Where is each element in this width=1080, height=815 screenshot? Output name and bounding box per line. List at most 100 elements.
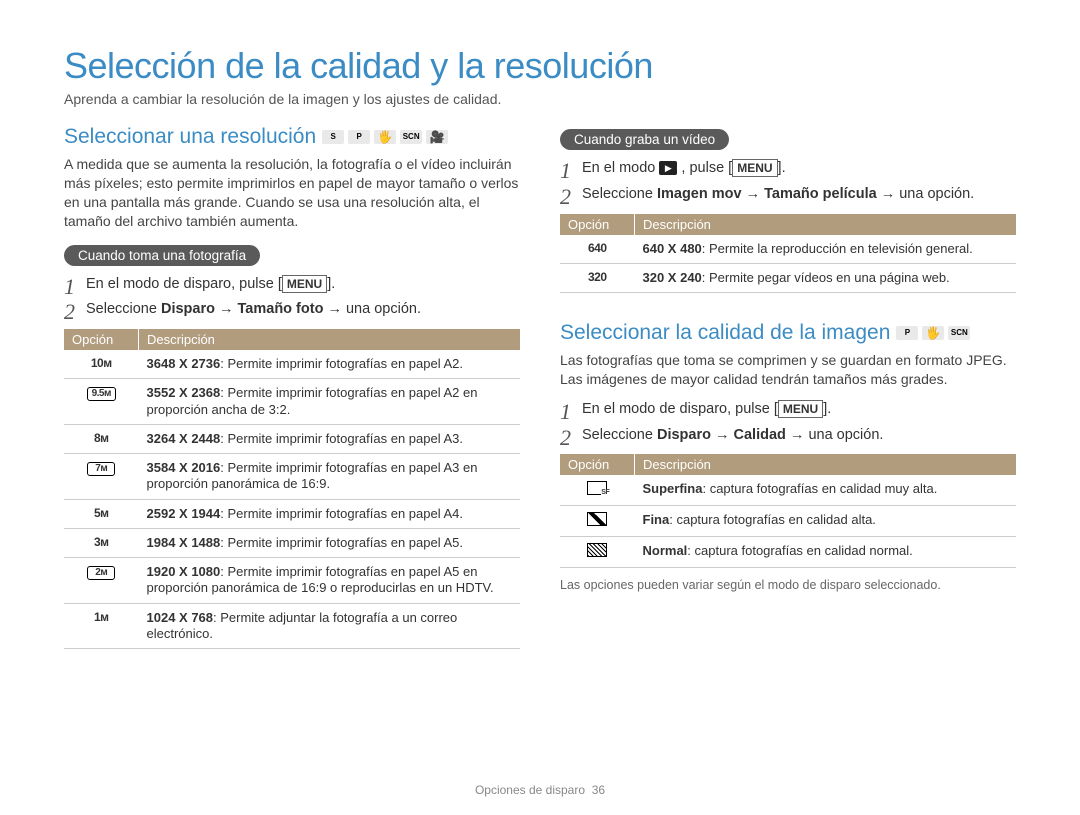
quality-desc: Fina: captura fotografías en calidad alt… [635,506,1017,537]
qstep2-b: una opción. [804,427,883,443]
quality-text: : captura fotografías en calidad normal. [687,543,912,558]
table-row: 7м 3584 X 2016: Permite imprimir fotogra… [64,454,520,500]
vstep1-a: En el modo [582,160,659,176]
resolution-body: A medida que se aumenta la resolución, l… [64,155,520,231]
scene-mode-icon [400,130,422,144]
menu-button-label: MENU [282,275,327,293]
vstep2-bold: Imagen mov → Tamaño película → [657,186,895,202]
mode-icons-quality [896,326,970,340]
photo-step1-a: En el modo de disparo, pulse [ [86,276,282,292]
dual-is-mode-icon [922,326,944,340]
photo-resolution-table: Opción Descripción 10м 3648 X 2736: Perm… [64,329,520,649]
page-footer: Opciones de disparo 36 [0,783,1080,797]
table-row: 640 640 X 480: Permite la reproducción e… [560,235,1016,264]
quality-text: : captura fotografías en calidad muy alt… [702,481,937,496]
footer-label: Opciones de disparo [475,783,585,797]
table-row: 5м 2592 X 1944: Permite imprimir fotogra… [64,499,520,528]
video-resolution-table: Opción Descripción 640 640 X 480: Permit… [560,214,1016,294]
video-th-desc: Descripción [635,214,1017,235]
res-desc: 320 X 240: Permite pegar vídeos en una p… [635,263,1017,292]
vstep2-a: Seleccione [582,186,657,202]
res-icon: 8м [64,424,139,453]
quality-table: Opción Descripción Superfina: captura fo… [560,454,1016,568]
photo-step-2: Seleccione Disparo → Tamaño foto → una o… [64,299,520,321]
table-row: 2м 1920 X 1080: Permite imprimir fotogra… [64,558,520,604]
res-text: : Permite imprimir fotografías en papel … [220,431,463,446]
res-desc: 640 X 480: Permite la reproducción en te… [635,235,1017,264]
res-icon: 10м [64,350,139,379]
photo-step2-a: Seleccione [86,301,161,317]
res-desc: 1024 X 768: Permite adjuntar la fotograf… [139,603,521,649]
smart-mode-icon [322,130,344,144]
res-value: 1024 X 768 [147,610,214,625]
qstep1-b: ]. [823,401,831,417]
res-value: 3648 X 2736 [147,356,221,371]
qstep2-a: Seleccione [582,427,657,443]
res-icon: 1м [64,603,139,649]
res-icon-box: 9.5м [87,387,116,401]
res-value: 3584 X 2016 [147,460,221,475]
table-row: 9.5м 3552 X 2368: Permite imprimir fotog… [64,379,520,425]
table-row: Normal: captura fotografías en calidad n… [560,537,1016,568]
res-value: 1984 X 1488 [147,535,221,550]
photo-step-1: En el modo de disparo, pulse [MENU]. [64,274,520,296]
table-row: Superfina: captura fotografías en calida… [560,475,1016,506]
res-icon: 320 [560,263,635,292]
quality-text: : captura fotografías en calidad alta. [669,512,876,527]
qstep2-bold: Disparo → Calidad → [657,427,804,443]
vstep1-b: , pulse [ [677,160,732,176]
quality-name: Superfina [643,481,703,496]
table-row: 8м 3264 X 2448: Permite imprimir fotogra… [64,424,520,453]
pill-photo: Cuando toma una fotografía [64,245,260,266]
res-desc: 2592 X 1944: Permite imprimir fotografía… [139,499,521,528]
res-desc: 3552 X 2368: Permite imprimir fotografía… [139,379,521,425]
video-steps: En el modo ▶ , pulse [MENU]. Seleccione … [560,158,1016,206]
video-mode-icon [426,130,448,144]
left-column: Seleccionar una resolución A medida que … [64,125,520,649]
res-desc: 3584 X 2016: Permite imprimir fotografía… [139,454,521,500]
res-icon: 5м [64,499,139,528]
res-desc: 1984 X 1488: Permite imprimir fotografía… [139,528,521,557]
res-value: 3264 X 2448 [147,431,221,446]
subhead-quality-text: Seleccionar la calidad de la imagen [560,321,890,345]
res-icon: 640 [560,235,635,264]
photo-steps: En el modo de disparo, pulse [MENU]. Sel… [64,274,520,322]
res-value: 640 X 480 [643,241,702,256]
video-mode-inline-icon: ▶ [659,161,677,175]
res-icon: 9.5м [64,379,139,425]
res-value: 1920 X 1080 [147,564,221,579]
pill-video: Cuando graba un vídeo [560,129,729,150]
subhead-resolution-text: Seleccionar una resolución [64,125,316,149]
photo-th-desc: Descripción [139,329,521,350]
mode-icons-resolution [322,130,448,144]
menu-button-label: MENU [732,159,777,177]
quality-icon-cell [560,475,635,506]
table-row: 10м 3648 X 2736: Permite imprimir fotogr… [64,350,520,379]
quality-th-desc: Descripción [635,454,1017,475]
video-step-1: En el modo ▶ , pulse [MENU]. [560,158,1016,180]
table-row: 320 320 X 240: Permite pegar vídeos en u… [560,263,1016,292]
qstep1-a: En el modo de disparo, pulse [ [582,401,778,417]
table-row: Fina: captura fotografías en calidad alt… [560,506,1016,537]
superfine-icon [587,481,607,495]
dual-is-mode-icon [374,130,396,144]
vstep2-b: una opción. [895,186,974,202]
res-value: 3552 X 2368 [147,385,221,400]
quality-desc: Superfina: captura fotografías en calida… [635,475,1017,506]
photo-step2-bold: Disparo → Tamaño foto → [161,301,342,317]
quality-icon-cell [560,506,635,537]
video-step-2: Seleccione Imagen mov → Tamaño película … [560,184,1016,206]
program-mode-icon [348,130,370,144]
subhead-quality: Seleccionar la calidad de la imagen [560,321,1016,345]
quality-name: Fina [643,512,670,527]
fine-icon [587,512,607,526]
res-desc: 1920 X 1080: Permite imprimir fotografía… [139,558,521,604]
res-icon: 3м [64,528,139,557]
program-mode-icon [896,326,918,340]
quality-desc: Normal: captura fotografías en calidad n… [635,537,1017,568]
res-text: : Permite imprimir fotografías en papel … [220,356,463,371]
res-value: 2592 X 1944 [147,506,221,521]
quality-step-1: En el modo de disparo, pulse [MENU]. [560,399,1016,421]
menu-button-label: MENU [778,400,823,418]
normal-icon [587,543,607,557]
